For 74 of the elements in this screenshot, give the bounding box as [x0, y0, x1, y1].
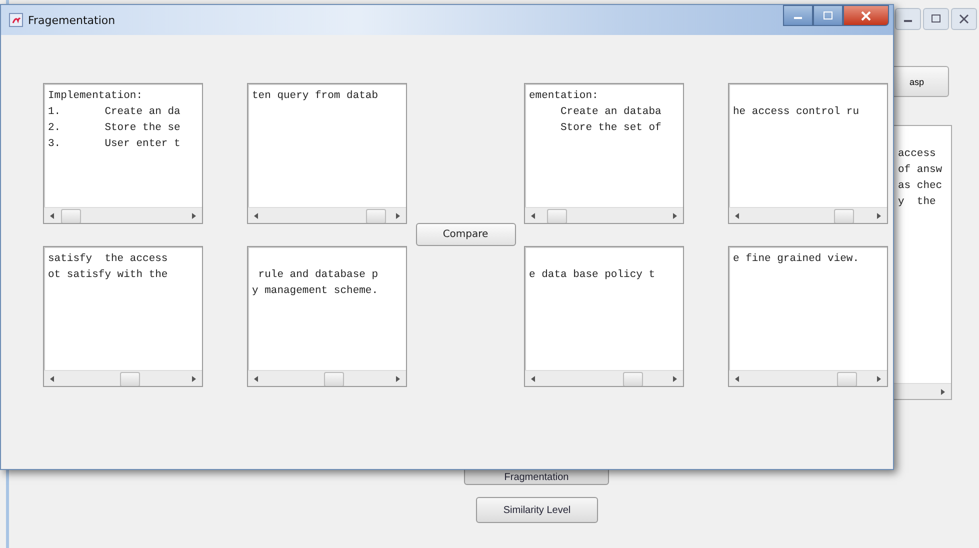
- text-line: he access control ru: [733, 105, 860, 120]
- left-arrow-icon[interactable]: [529, 374, 537, 382]
- text-area[interactable]: satisfy the access ot satisfy with the: [43, 246, 203, 387]
- horizontal-scrollbar[interactable]: [729, 207, 887, 223]
- right-arrow-icon[interactable]: [875, 212, 883, 220]
- text-area[interactable]: e data base policy t: [524, 246, 684, 387]
- text-line: Implementation:: [48, 89, 144, 104]
- scroll-thumb[interactable]: [324, 372, 344, 386]
- right-arrow-icon[interactable]: [671, 212, 679, 220]
- maximize-icon: [822, 10, 834, 20]
- text-line: satisfy the access: [48, 252, 169, 267]
- text-line: access: [898, 147, 937, 162]
- left-arrow-icon[interactable]: [733, 212, 741, 220]
- close-icon: [860, 10, 872, 20]
- minimize-button[interactable]: [783, 5, 813, 26]
- text-line: Store the set of: [560, 121, 662, 136]
- right-arrow-icon[interactable]: [394, 212, 402, 220]
- text-line: Create an databa: [560, 105, 662, 120]
- horizontal-scrollbar[interactable]: [248, 207, 406, 223]
- horizontal-scrollbar[interactable]: [525, 207, 683, 223]
- compare-button[interactable]: Compare: [416, 223, 516, 246]
- text-line: ementation:: [529, 89, 600, 104]
- horizontal-scrollbar[interactable]: [525, 370, 683, 386]
- horizontal-scrollbar[interactable]: [44, 370, 202, 386]
- left-arrow-icon[interactable]: [733, 374, 741, 382]
- text-line: of answ: [898, 163, 944, 178]
- text-area[interactable]: e fine grained view.: [728, 246, 888, 387]
- minimize-button[interactable]: [895, 8, 921, 30]
- similarity-level-button[interactable]: Similarity Level: [476, 497, 598, 523]
- left-arrow-icon[interactable]: [252, 374, 260, 382]
- text-area[interactable]: Implementation: 1. Create an da 2. Store the se 3. User enter t: [43, 83, 203, 224]
- scroll-thumb[interactable]: [366, 209, 386, 223]
- scroll-thumb[interactable]: [622, 372, 643, 386]
- text-area[interactable]: rule and database p y management scheme.: [247, 246, 407, 387]
- text-line: y the: [898, 195, 937, 210]
- close-icon: [958, 14, 970, 24]
- text-line: e data base policy t: [529, 268, 656, 283]
- scroll-thumb[interactable]: [836, 372, 857, 386]
- text-area[interactable]: ten query from datab: [247, 83, 407, 224]
- right-arrow-icon[interactable]: [394, 374, 402, 382]
- text-line: as chec: [898, 179, 944, 194]
- scroll-thumb[interactable]: [834, 209, 854, 223]
- left-arrow-icon[interactable]: [48, 212, 56, 220]
- horizontal-scrollbar[interactable]: [248, 370, 406, 386]
- left-arrow-icon[interactable]: [529, 212, 537, 220]
- right-arrow-icon[interactable]: [671, 374, 679, 382]
- maximize-icon: [930, 14, 942, 24]
- left-arrow-icon[interactable]: [48, 374, 56, 382]
- horizontal-scrollbar[interactable]: [44, 207, 202, 223]
- text-line: 2. Store the se: [48, 121, 182, 136]
- text-line: e fine grained view.: [733, 252, 860, 267]
- text-line: 1. Create an da: [48, 105, 182, 120]
- text-line: rule and database p: [257, 268, 380, 283]
- horizontal-scrollbar[interactable]: [729, 370, 887, 386]
- maximize-button[interactable]: [813, 5, 843, 26]
- maximize-button[interactable]: [923, 8, 949, 30]
- text-area[interactable]: he access control ru: [728, 83, 888, 224]
- scroll-thumb[interactable]: [547, 209, 568, 223]
- close-button[interactable]: [843, 5, 889, 26]
- text-line: y management scheme.: [252, 284, 380, 299]
- right-arrow-icon[interactable]: [939, 388, 947, 396]
- right-arrow-icon[interactable]: [190, 374, 198, 382]
- app-icon: [9, 13, 23, 27]
- close-button[interactable]: [951, 8, 977, 30]
- scroll-thumb[interactable]: [61, 209, 82, 223]
- text-line: ot satisfy with the: [48, 268, 169, 283]
- right-arrow-icon[interactable]: [875, 374, 883, 382]
- window-title: Fragementation: [28, 14, 116, 26]
- scroll-thumb[interactable]: [120, 372, 140, 386]
- left-arrow-icon[interactable]: [252, 212, 260, 220]
- text-area[interactable]: ementation: Create an databa Store the set of: [524, 83, 684, 224]
- right-arrow-icon[interactable]: [190, 212, 198, 220]
- text-line: 3. User enter t: [48, 137, 182, 152]
- text-line: ten query from datab: [252, 89, 380, 104]
